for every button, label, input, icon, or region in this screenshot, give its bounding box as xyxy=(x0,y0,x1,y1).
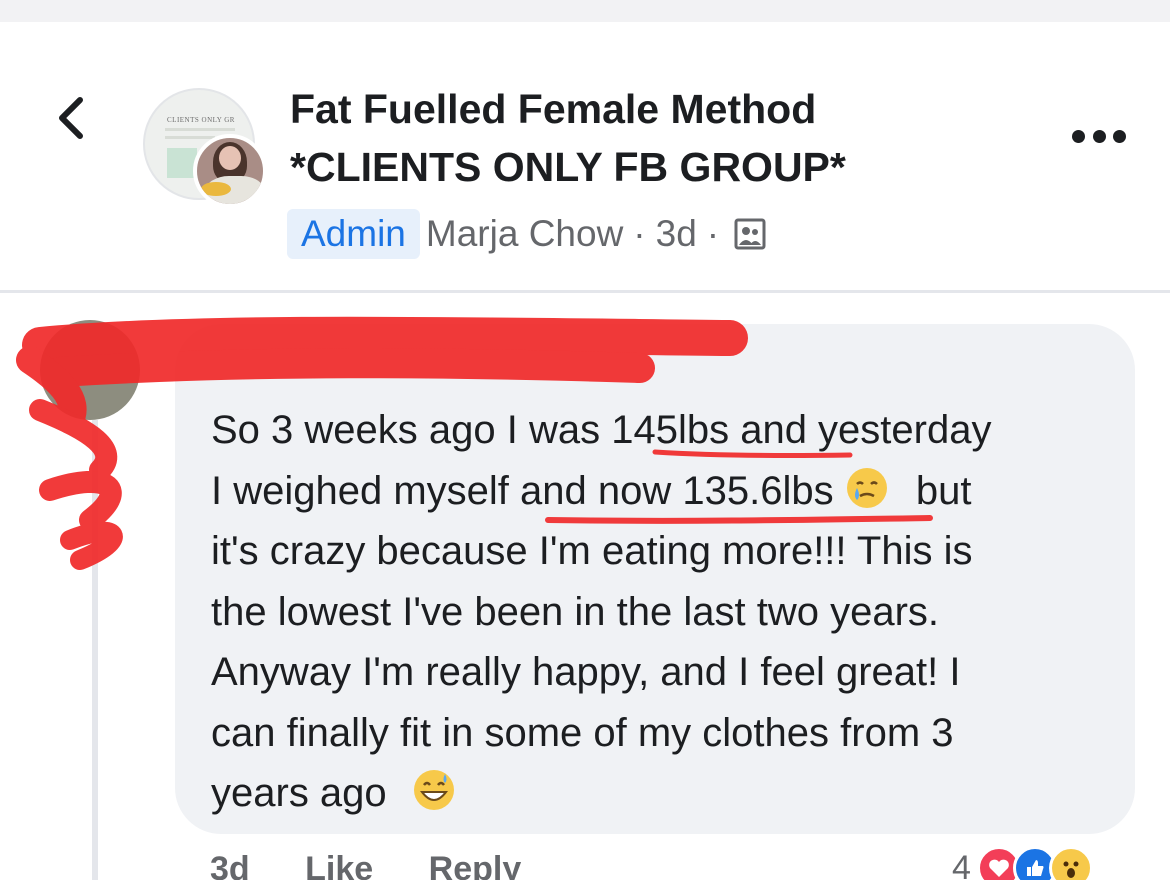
avatar-line xyxy=(165,128,235,131)
reaction-count: 4 xyxy=(952,848,971,880)
comment-text: So 3 weeks ago I was 145lbs and yesterda… xyxy=(211,400,1111,824)
chevron-left-icon xyxy=(59,97,83,139)
comment-line: the lowest I've been in the last two yea… xyxy=(211,589,940,634)
group-avatar[interactable]: CLIENTS ONLY GR xyxy=(143,88,267,208)
commenter-avatar[interactable] xyxy=(40,320,140,420)
separator: · xyxy=(633,213,646,254)
comment-actions: 3d Like Reply xyxy=(210,850,567,880)
reply-button[interactable]: Reply xyxy=(429,850,522,880)
more-dot xyxy=(1092,129,1106,143)
avatar-line xyxy=(165,136,215,139)
members-group-icon xyxy=(734,218,766,250)
like-button[interactable]: Like xyxy=(305,850,373,880)
more-horizontal-icon xyxy=(1072,129,1085,143)
comment-line-text: I weighed myself and now 135.6lbs xyxy=(211,468,834,513)
back-button[interactable] xyxy=(48,88,98,148)
comment-line: can finally fit in some of my clothes fr… xyxy=(211,710,954,755)
author-name[interactable]: Marja Chow xyxy=(426,213,623,255)
comment-time[interactable]: 3d xyxy=(210,850,250,880)
thread-line xyxy=(92,420,98,880)
comment-line-text: years ago xyxy=(211,771,387,815)
admin-avatar xyxy=(193,134,267,208)
comment-line-text: but xyxy=(915,468,972,513)
post-meta: Admin Marja Chow · 3d · xyxy=(287,206,767,262)
group-title[interactable]: Fat Fuelled Female Method *CLIENTS ONLY … xyxy=(290,80,846,196)
status-bar-area xyxy=(0,0,1170,22)
comment-line: Anyway I'm really happy, and I feel grea… xyxy=(211,650,961,694)
more-dot xyxy=(1113,129,1126,143)
group-title-line-2: *CLIENTS ONLY FB GROUP* xyxy=(290,144,846,190)
wow-reaction-icon xyxy=(1048,846,1093,880)
reactions-summary[interactable]: 4 xyxy=(952,843,1093,880)
avatar-caption: CLIENTS ONLY GR xyxy=(167,116,235,124)
separator: · xyxy=(706,213,720,254)
comment-line: So 3 weeks ago I was 145lbs and yesterda… xyxy=(211,408,992,452)
more-options-button[interactable] xyxy=(1072,118,1126,154)
post-header: CLIENTS ONLY GR Fat Fuelled Female Metho… xyxy=(0,22,1170,290)
group-title-line-1: Fat Fuelled Female Method xyxy=(290,86,817,132)
header-divider xyxy=(0,290,1170,293)
crying-smile-emoji xyxy=(846,467,887,508)
post-time[interactable]: 3d xyxy=(656,213,697,255)
comment-line: years ago xyxy=(211,763,1111,824)
admin-badge: Admin xyxy=(287,209,420,259)
comment-line: it's crazy because I'm eating more!!! Th… xyxy=(211,529,973,573)
comment-line: I weighed myself and now 135.6lbs but xyxy=(211,461,1111,522)
grin-sweat-emoji xyxy=(413,770,454,810)
